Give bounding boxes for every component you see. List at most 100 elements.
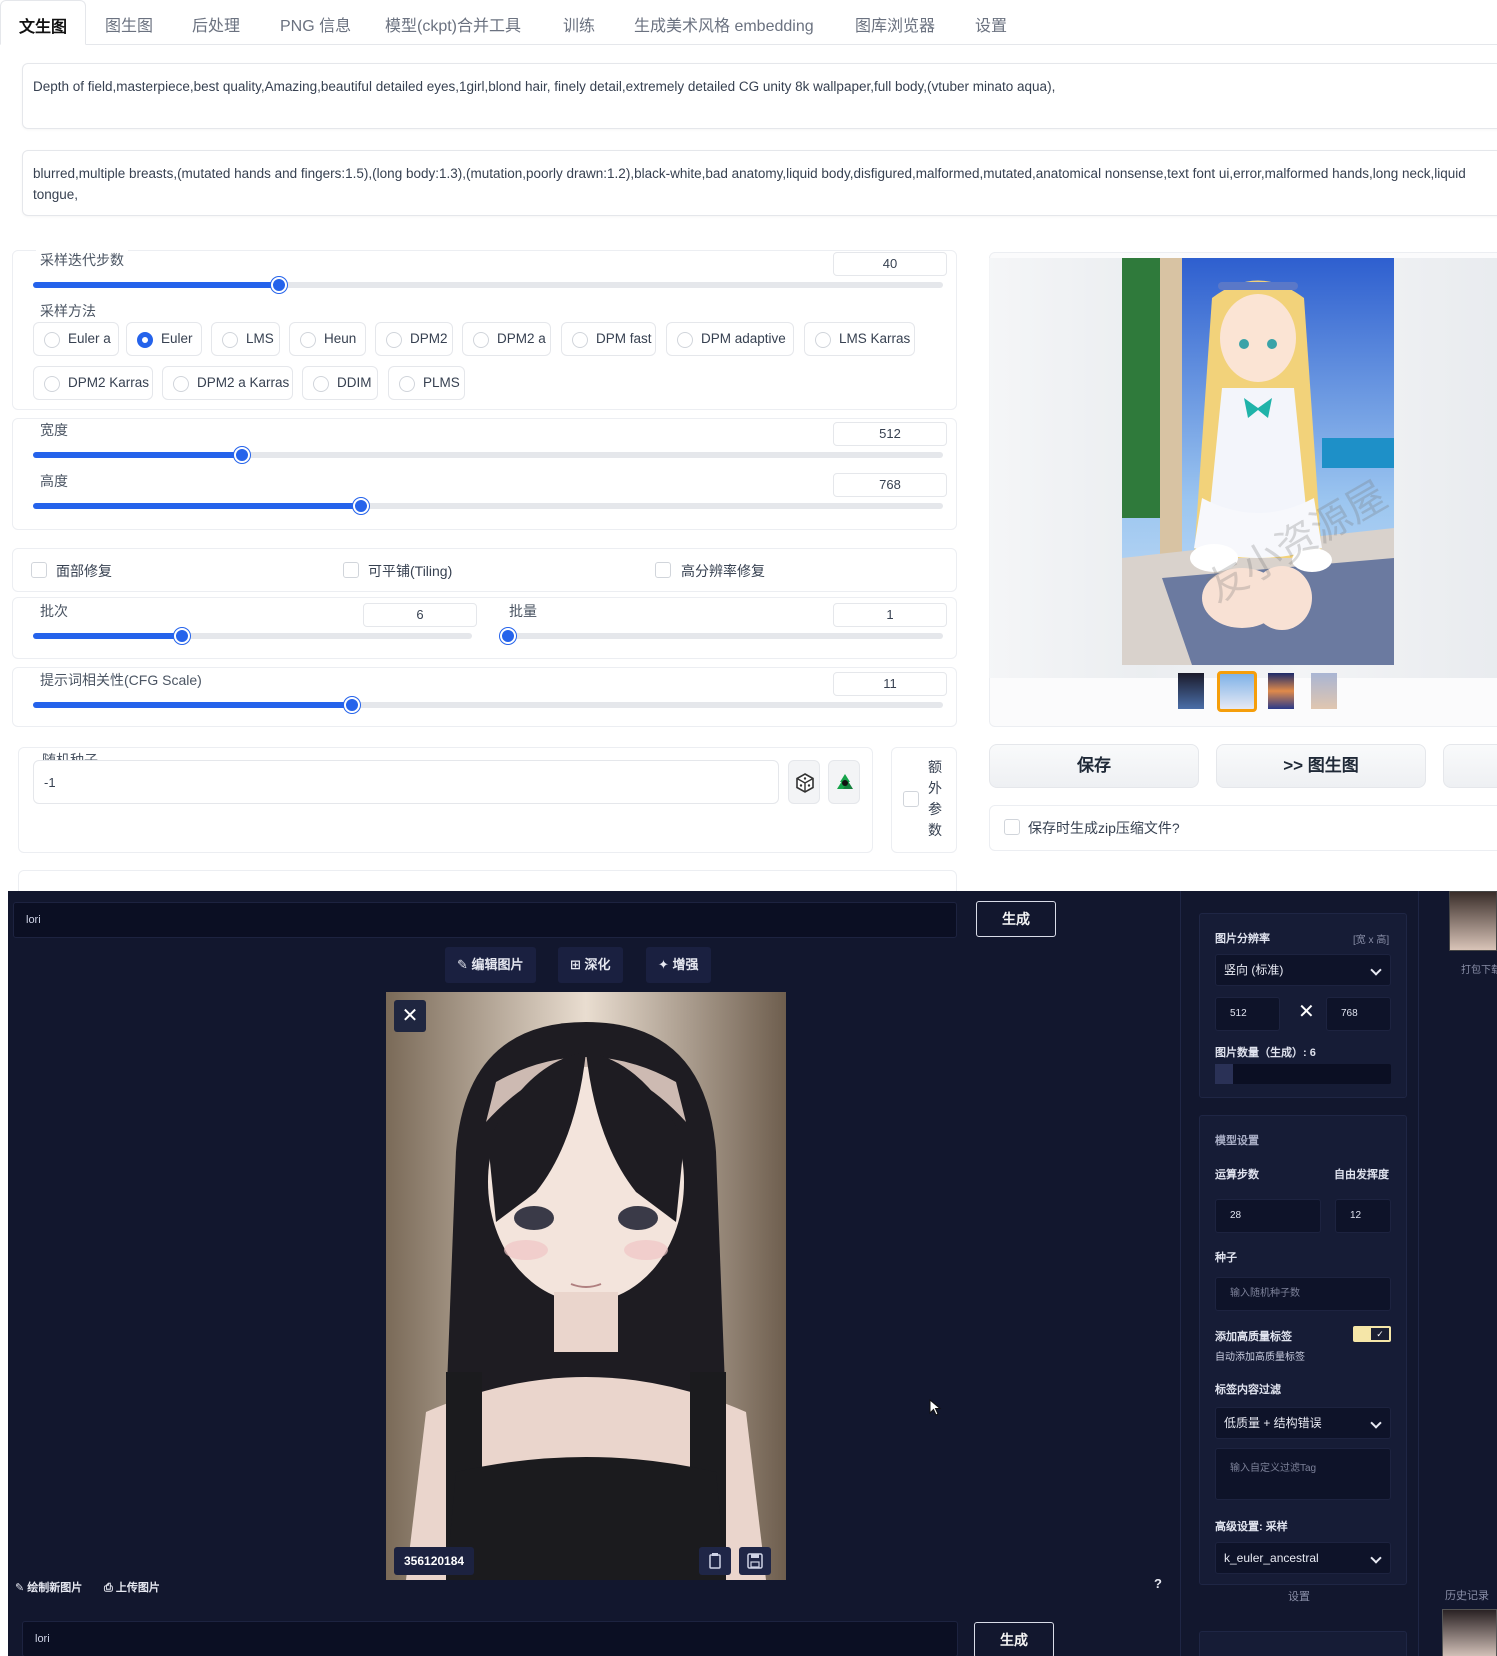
thumbnail-1[interactable]: [1178, 673, 1204, 709]
batch-size-slider[interactable]: [500, 628, 943, 644]
steps-field[interactable]: 28: [1215, 1199, 1321, 1233]
sampler-option-lms-karras[interactable]: LMS Karras: [804, 322, 915, 356]
scale-label: 自由发挥度: [1334, 1169, 1389, 1181]
close-icon[interactable]: ✕: [394, 1000, 426, 1032]
draw-new-image-button[interactable]: ✎ 绘制新图片: [15, 1579, 82, 1595]
reuse-seed-button[interactable]: [828, 760, 860, 804]
sampler-option-dpm2[interactable]: DPM2: [375, 322, 453, 356]
image-count-slider-fill: [1215, 1064, 1233, 1084]
height-slider-handle[interactable]: [352, 498, 369, 514]
radio-circle-icon: [473, 332, 489, 348]
deepen-label: 深化: [584, 957, 611, 972]
settings-link[interactable]: 设置: [1288, 1588, 1310, 1604]
batch-count-value[interactable]: 6: [363, 603, 477, 627]
width-value[interactable]: 512: [833, 422, 947, 446]
tab-embedding[interactable]: 生成美术风格 embedding: [634, 12, 814, 36]
save-button[interactable]: 保存: [989, 744, 1199, 788]
radio-circle-icon: [677, 332, 693, 348]
scale-field[interactable]: 12: [1335, 1199, 1391, 1233]
tab-extras[interactable]: 后处理: [192, 12, 240, 36]
sampler-option-dpm2-karras[interactable]: DPM2 Karras: [33, 366, 153, 400]
cfg-value[interactable]: 11: [833, 672, 947, 696]
tab-checkpoint-merger[interactable]: 模型(ckpt)合并工具: [385, 12, 521, 36]
sampler-option-dpm-fast[interactable]: DPM fast: [561, 322, 656, 356]
tab-settings[interactable]: 设置: [975, 12, 1007, 36]
quality-tags-toggle[interactable]: ✓: [1353, 1326, 1391, 1342]
zip-checkbox[interactable]: [1004, 819, 1020, 835]
sampler-option-dpm-adaptive[interactable]: DPM adaptive: [666, 322, 794, 356]
steps-slider[interactable]: [33, 277, 943, 293]
tab-img2img[interactable]: 图生图: [105, 12, 153, 36]
tag-filter-select[interactable]: 低质量 + 结构错误: [1215, 1407, 1391, 1439]
sampler-option-lms[interactable]: LMS: [211, 322, 280, 356]
resolution-hint: [宽 x 高]: [1353, 935, 1390, 946]
tab-train[interactable]: 训练: [563, 12, 595, 36]
upload-image-label: 上传图片: [115, 1582, 160, 1594]
face-restore-checkbox[interactable]: [31, 562, 47, 578]
sampler-option-dpm2-a[interactable]: DPM2 a: [462, 322, 551, 356]
cfg-slider[interactable]: [33, 697, 943, 713]
hires-fix-checkbox[interactable]: [655, 562, 671, 578]
send-to-img2img-button[interactable]: >> 图生图: [1216, 744, 1426, 788]
width-field[interactable]: 512: [1215, 997, 1280, 1031]
face-restore-label: 面部修复: [56, 563, 112, 579]
sampler-select[interactable]: k_euler_ancestral: [1215, 1542, 1391, 1574]
history-thumbnail-1[interactable]: [1449, 891, 1497, 951]
prompt-input-2[interactable]: lori: [22, 1621, 958, 1656]
option-label: DDIM: [337, 375, 372, 390]
negative-prompt-input[interactable]: blurred,multiple breasts,(mutated hands …: [22, 150, 1497, 216]
enhance-button[interactable]: ✦ 增强: [646, 947, 711, 983]
custom-filter-placeholder: 输入自定义过滤Tag: [1230, 1463, 1317, 1474]
steps-value[interactable]: 40: [833, 252, 947, 276]
tab-txt2img[interactable]: 文生图: [0, 0, 87, 45]
send-to-inpaint-button[interactable]: [1443, 744, 1497, 788]
prompt-input[interactable]: lori: [13, 902, 957, 938]
quality-tags-description: 自动添加高质量标签: [1215, 1352, 1305, 1363]
batch-size-slider-handle[interactable]: [500, 628, 516, 644]
history-thumbnail-2[interactable]: [1442, 1609, 1497, 1656]
custom-filter-textarea[interactable]: 输入自定义过滤Tag: [1215, 1448, 1391, 1500]
sampler-option-euler-a[interactable]: Euler a: [33, 322, 119, 356]
width-slider[interactable]: [33, 447, 943, 463]
orientation-select[interactable]: 竖向 (标准): [1215, 954, 1391, 986]
generate-button-2[interactable]: 生成: [974, 1622, 1054, 1656]
seed-badge[interactable]: 356120184: [394, 1547, 475, 1575]
thumbnail-4[interactable]: [1311, 673, 1337, 709]
thumbnail-3[interactable]: [1268, 673, 1294, 709]
sampler-option-euler[interactable]: Euler: [126, 322, 202, 356]
tab-png-info[interactable]: PNG 信息: [280, 12, 351, 36]
seed-value: -1: [44, 775, 56, 790]
sampler-option-heun[interactable]: Heun: [289, 322, 366, 356]
generated-image[interactable]: [386, 992, 786, 1580]
prompt-input[interactable]: Depth of field,masterpiece,best quality,…: [22, 63, 1497, 129]
upload-image-button[interactable]: ⎙ 上传图片: [104, 1579, 160, 1595]
cfg-slider-handle[interactable]: [343, 697, 360, 713]
batch-count-slider[interactable]: [33, 628, 472, 644]
image-count-slider[interactable]: [1215, 1064, 1391, 1084]
sampler-option-plms[interactable]: PLMS: [388, 366, 465, 400]
copy-to-seed-button[interactable]: [699, 1547, 731, 1575]
generated-image[interactable]: [1122, 258, 1394, 665]
deepen-button[interactable]: ⊞ 深化: [558, 947, 623, 983]
extra-params-checkbox[interactable]: [903, 791, 919, 807]
pack-download-link[interactable]: 打包下载: [1461, 961, 1497, 976]
height-value[interactable]: 768: [833, 473, 947, 497]
random-seed-button[interactable]: [788, 760, 820, 804]
cfg-label: 提示词相关性(CFG Scale): [36, 670, 206, 690]
sampler-option-dpm2-a-karras[interactable]: DPM2 a Karras: [162, 366, 293, 400]
batch-size-value[interactable]: 1: [833, 603, 947, 627]
edit-image-button[interactable]: ✎ 编辑图片: [445, 947, 536, 983]
thumbnail-2-selected[interactable]: [1217, 671, 1257, 712]
steps-slider-handle[interactable]: [270, 277, 287, 293]
save-image-button[interactable]: [739, 1547, 771, 1575]
generate-button[interactable]: 生成: [976, 901, 1056, 937]
sampler-option-ddim[interactable]: DDIM: [302, 366, 378, 400]
height-slider[interactable]: [33, 498, 943, 514]
height-field[interactable]: 768: [1326, 997, 1391, 1031]
tiling-checkbox[interactable]: [343, 562, 359, 578]
tab-gallery-browser[interactable]: 图库浏览器: [855, 12, 935, 36]
seed-input[interactable]: -1: [33, 760, 779, 804]
help-icon[interactable]: ?: [1154, 1576, 1162, 1591]
seed-field[interactable]: 输入随机种子数: [1215, 1277, 1391, 1311]
option-label: LMS Karras: [839, 331, 911, 346]
